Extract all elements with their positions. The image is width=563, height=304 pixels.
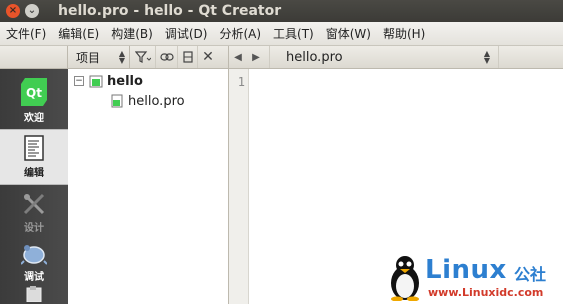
- mode-debug-label: 调试: [24, 272, 44, 283]
- watermark-brand-suffix: 公社: [514, 265, 547, 284]
- sync-button[interactable]: [156, 46, 178, 68]
- pro-file-icon: [111, 94, 123, 108]
- mode-projects[interactable]: [0, 283, 68, 304]
- view-selector[interactable]: 项目 ▲ ▼: [68, 46, 130, 68]
- edit-document-icon: [24, 135, 44, 161]
- mode-edit-label: 编辑: [24, 168, 44, 179]
- mode-design-label: 设计: [24, 223, 44, 234]
- svg-text:Qt: Qt: [26, 86, 42, 100]
- close-icon: ✕: [202, 49, 214, 65]
- nav-forward-icon[interactable]: ▶: [247, 52, 265, 63]
- window-titlebar: × ⌄ hello.pro - hello - Qt Creator: [0, 0, 563, 22]
- tux-penguin-icon: [391, 256, 419, 301]
- tree-row-project[interactable]: − hello: [68, 71, 143, 91]
- nav-back-icon[interactable]: ◀: [229, 52, 247, 63]
- menu-edit[interactable]: 编辑(E): [52, 25, 105, 42]
- menu-file[interactable]: 文件(F): [0, 25, 52, 42]
- watermark-brand: Linux: [425, 255, 507, 285]
- minimize-window-button[interactable]: ⌄: [25, 4, 39, 18]
- editor-toolbar: ◀ ▶ hello.pro ▲ ▼: [229, 46, 563, 69]
- mode-welcome[interactable]: Qt 欢迎: [0, 73, 68, 129]
- menu-bar: 文件(F) 编辑(E) 构建(B) 调试(D) 分析(A) 工具(T) 窗体(W…: [0, 22, 563, 46]
- menu-build[interactable]: 构建(B): [105, 25, 159, 42]
- window-title: hello.pro - hello - Qt Creator: [58, 3, 282, 19]
- collapse-toggle[interactable]: −: [74, 76, 84, 86]
- menu-debug[interactable]: 调试(D): [159, 25, 214, 42]
- modebar-header: [0, 46, 68, 69]
- project-panel-header: 项目 ▲ ▼ ✕: [68, 46, 229, 69]
- menu-tools[interactable]: 工具(T): [267, 25, 320, 42]
- view-selector-label: 项目: [76, 50, 101, 65]
- project-name: hello: [107, 73, 143, 89]
- mode-welcome-label: 欢迎: [24, 113, 44, 124]
- linuxidc-watermark: Linux 公社 www.Linuxidc.com: [388, 253, 563, 304]
- filter-button[interactable]: [130, 46, 156, 68]
- tree-row-file[interactable]: hello.pro: [110, 91, 185, 111]
- debug-bug-icon: [21, 245, 47, 265]
- mode-edit[interactable]: 编辑: [0, 129, 68, 185]
- menu-help[interactable]: 帮助(H): [377, 25, 431, 42]
- link-icon: [159, 53, 174, 61]
- close-panel-button[interactable]: ✕: [198, 46, 218, 68]
- project-tree: − hello hello.pro: [68, 69, 229, 304]
- current-document: hello.pro: [286, 49, 343, 65]
- design-tools-icon: [23, 193, 45, 215]
- watermark-url: www.Linuxidc.com: [428, 286, 544, 299]
- close-window-button[interactable]: ×: [6, 4, 20, 18]
- menu-analyze[interactable]: 分析(A): [213, 25, 267, 42]
- line-number-gutter: 1: [229, 69, 249, 304]
- open-documents-combo[interactable]: hello.pro ▲ ▼: [269, 46, 499, 68]
- split-button[interactable]: [178, 46, 198, 68]
- combo-arrows-icon: ▲ ▼: [118, 49, 125, 65]
- projects-icon: [26, 285, 42, 302]
- qt-logo-icon: Qt: [21, 78, 47, 106]
- filter-icon: [134, 51, 151, 63]
- line-number: 1: [237, 75, 245, 89]
- combo-arrows-icon: ▲ ▼: [483, 49, 490, 65]
- mode-design[interactable]: 设计: [0, 185, 68, 241]
- qt-project-icon: [89, 75, 103, 88]
- mode-sidebar: Qt 欢迎 编辑 设计 调试: [0, 69, 68, 304]
- menu-window[interactable]: 窗体(W): [320, 25, 377, 42]
- split-icon: [182, 51, 193, 63]
- file-name: hello.pro: [128, 93, 185, 109]
